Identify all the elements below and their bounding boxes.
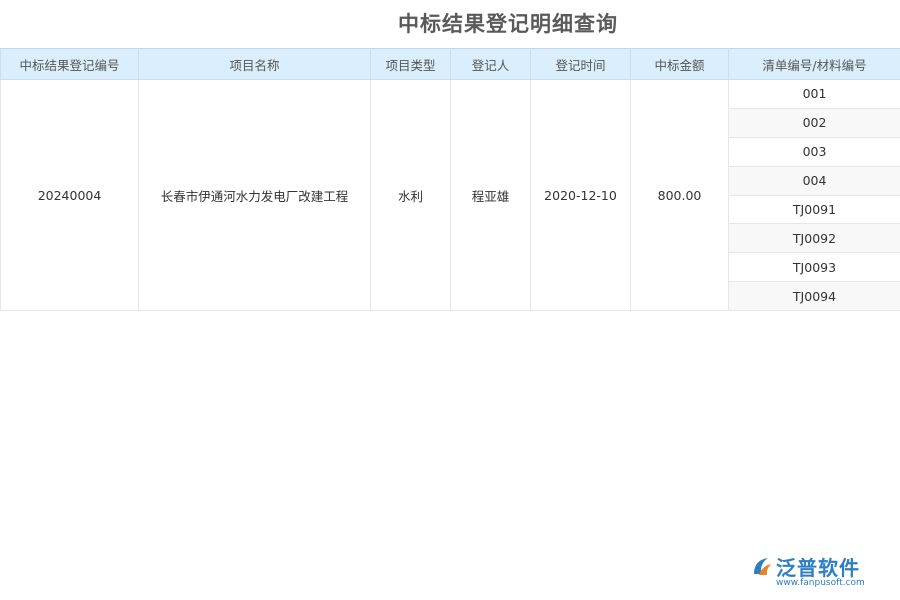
code-item: TJ0094 [729,282,900,310]
brand-logo-icon [750,554,774,578]
col-header-reg-date[interactable]: 登记时间 [531,49,631,80]
cell-reg-date: 2020-12-10 [531,80,631,311]
cell-registrant: 程亚雄 [451,80,531,311]
results-table: 中标结果登记编号 项目名称 项目类型 登记人 登记时间 中标金额 清单编号/材料… [0,48,900,311]
col-header-project-type[interactable]: 项目类型 [371,49,451,80]
cell-project-name: 长春市伊通河水力发电厂改建工程 [139,80,371,311]
col-header-registrant[interactable]: 登记人 [451,49,531,80]
cell-project-type: 水利 [371,80,451,311]
cell-codes: 001 002 003 004 TJ0091 TJ0092 TJ0093 TJ0… [729,80,900,311]
page-root: 中标结果登记明细查询 中标结果登记编号 项目名称 项目类型 登记人 登记时间 中… [0,0,900,600]
code-item: 002 [729,109,900,138]
cell-amount: 800.00 [631,80,729,311]
col-header-project-name[interactable]: 项目名称 [139,49,371,80]
brand-logo: 泛普软件 www.fanpusoft.com [750,552,890,592]
table-row[interactable]: 20240004 长春市伊通河水力发电厂改建工程 水利 程亚雄 2020-12-… [1,80,900,311]
code-item: TJ0091 [729,196,900,225]
code-list: 001 002 003 004 TJ0091 TJ0092 TJ0093 TJ0… [729,80,900,310]
table-header-row: 中标结果登记编号 项目名称 项目类型 登记人 登记时间 中标金额 清单编号/材料… [1,49,900,80]
brand-logo-url: www.fanpusoft.com [776,578,865,588]
code-item: 003 [729,138,900,167]
code-item: 004 [729,167,900,196]
code-item: TJ0093 [729,253,900,282]
cell-reg-no: 20240004 [1,80,139,311]
col-header-reg-no[interactable]: 中标结果登记编号 [1,49,139,80]
col-header-codes[interactable]: 清单编号/材料编号 [729,49,900,80]
col-header-amount[interactable]: 中标金额 [631,49,729,80]
brand-logo-text: 泛普软件 [776,552,860,581]
code-item: 001 [729,80,900,109]
page-title: 中标结果登记明细查询 [0,8,900,38]
code-item: TJ0092 [729,224,900,253]
